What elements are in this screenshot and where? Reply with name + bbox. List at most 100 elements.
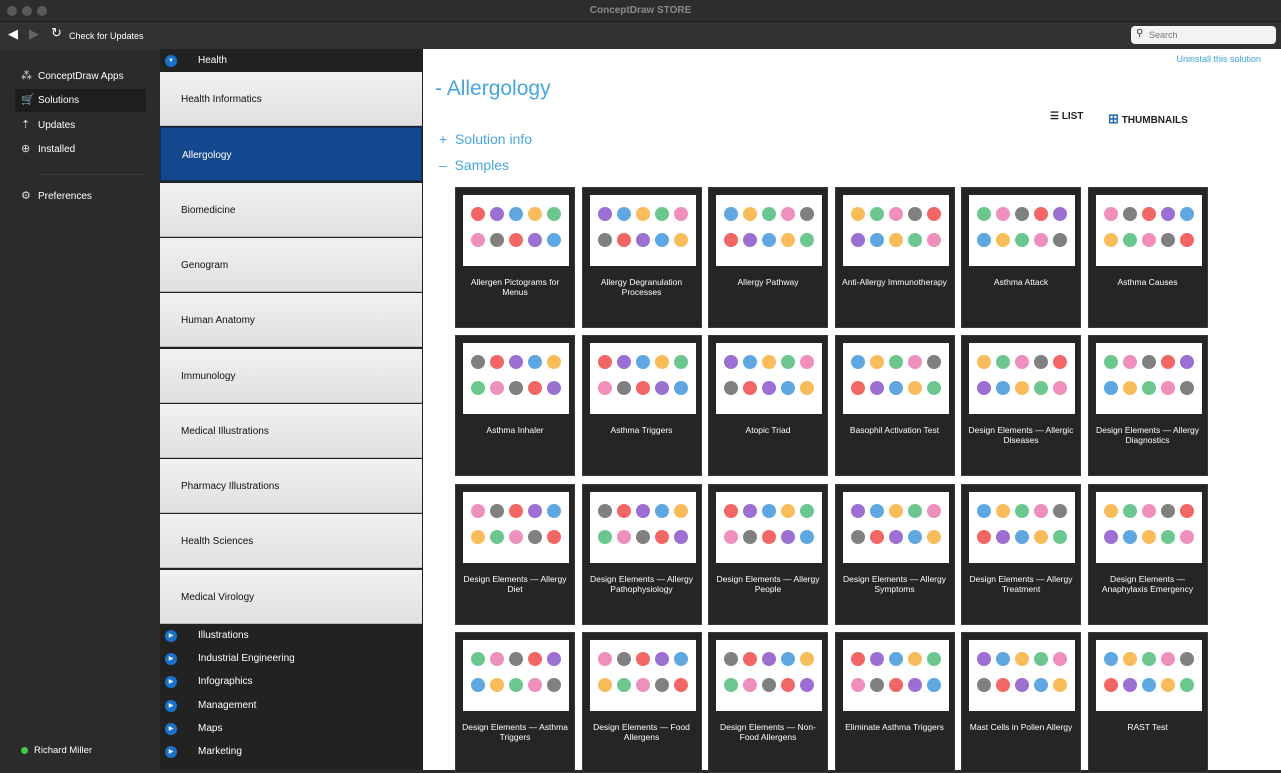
sample-thumbnail[interactable]: RAST Test [1087,631,1208,773]
sample-preview-image [842,195,949,266]
forward-icon[interactable]: ▶ [29,26,39,42]
category-group-label: Marketing [198,746,242,757]
sample-preview-image [842,639,949,711]
category-item[interactable]: Health Sciences [160,514,422,569]
download-icon: ⊕ [21,143,31,155]
sample-title: Design Elements — Food Allergens [593,721,690,742]
sample-preview-image [1095,195,1202,266]
sample-thumbnail[interactable]: Design Elements — Allergic Diseases [961,335,1081,477]
nav-installed[interactable]: ⊕ Installed [15,138,146,161]
chevron-right-icon: ▶ [165,676,177,689]
sample-thumbnail[interactable]: Allergy Pathway [708,187,828,328]
grid-icon: ⊞ [1108,111,1119,126]
back-icon[interactable]: ◀ [8,26,18,42]
list-view-button[interactable]: ☰ LIST [1050,111,1083,122]
category-label: Genogram [181,259,229,271]
sample-title: Allergen Pictograms for Menus [470,277,560,297]
sample-thumbnail[interactable]: Design Elements — Anaphylaxis Emergency [1087,483,1208,625]
sample-preview-image [969,639,1075,711]
search-input[interactable]: ⚲ Search [1131,26,1276,44]
sample-thumbnail[interactable]: Design Elements — Allergy Symptoms [834,483,955,625]
sample-preview-image [716,195,822,266]
sample-preview-image [463,491,569,563]
category-group[interactable]: ▶ Industrial Engineering [160,648,423,670]
category-group-health[interactable]: ▼ Health [160,49,423,72]
sample-thumbnail[interactable]: Design Elements — Allergy Treatment [961,483,1081,625]
nav-preferences[interactable]: ⚙ Preferences [15,185,146,208]
sample-thumbnail[interactable]: Allergy Degranulation Processes [581,187,702,328]
category-group-label: Maps [198,722,223,734]
window-title: ConceptDraw STORE [589,5,692,16]
sample-title: Asthma Causes [1117,277,1178,287]
category-item[interactable]: Medical Illustrations [160,403,422,458]
thumbnails-view-button[interactable]: ⊞ THUMBNAILS [1108,111,1188,127]
nav-conceptdraw-apps[interactable]: ⁂ ConceptDraw Apps [15,65,146,88]
sample-thumbnail[interactable]: Allergen Pictograms for Menus [455,187,575,328]
cart-icon: 🛒 [21,94,35,106]
chevron-right-icon: ▶ [165,653,177,666]
sample-title: Allergy Pathway [737,277,799,287]
sample-thumbnail[interactable]: Atopic Triad [708,335,828,477]
sample-preview-image [1095,343,1202,415]
chevron-right-icon: ▶ [165,630,177,642]
category-list: ▼ Health Health Informatics Allergology Bio… [160,49,423,770]
sample-title: Design Elements — Allergy People [716,573,820,594]
category-item[interactable]: Medical Virology [160,569,422,624]
sample-thumbnail[interactable]: Design Elements — Allergy Diagnostics [1087,335,1208,477]
samples-toggle[interactable]: – Samples [439,157,509,173]
sample-preview-image [463,195,569,266]
sample-thumbnail[interactable]: Design Elements — Allergy Pathophysiolog… [581,483,702,625]
category-group-label: Illustrations [198,630,249,641]
category-item[interactable]: Immunology [160,348,422,403]
category-item[interactable]: Human Anatomy [160,293,422,348]
category-group-label: Management [198,699,257,711]
sample-title: RAST Test [1127,721,1168,732]
sample-thumbnail[interactable]: Asthma Causes [1087,187,1208,328]
sample-preview-image [589,343,696,415]
category-item[interactable]: Biomedicine [160,182,422,237]
sample-thumbnail[interactable]: Design Elements — Asthma Triggers [455,631,575,773]
sample-title: Atopic Triad [745,425,791,436]
sample-thumbnail[interactable]: Asthma Attack [961,187,1081,328]
sample-preview-image [842,491,949,563]
solution-info-toggle[interactable]: + Solution info [439,131,532,147]
category-item[interactable]: Health Informatics [160,72,422,126]
sample-title: Design Elements — Allergy Symptoms [843,573,946,594]
sample-thumbnail[interactable]: Design Elements — Food Allergens [581,631,702,773]
category-item[interactable]: Genogram [160,237,422,292]
sample-preview-image [1095,491,1202,563]
sample-preview-image [969,491,1075,563]
sample-thumbnail[interactable]: Anti-Allergy Immunotherapy [834,187,955,328]
sample-thumbnail[interactable]: Eliminate Asthma Triggers [834,631,955,773]
page-title: - Allergology [435,77,551,100]
sample-preview-image [463,343,569,415]
sample-thumbnail[interactable]: Asthma Triggers [581,335,702,477]
sample-thumbnail[interactable]: Design Elements — Allergy Diet [455,483,575,625]
category-group[interactable]: ▶ Management [160,695,423,717]
sample-title: Design Elements — Asthma Triggers [462,721,568,742]
sample-title: Asthma Inhaler [486,425,544,436]
category-item[interactable]: Allergology [160,127,422,182]
category-group-label: Infographics [198,676,253,688]
category-group[interactable]: ▶ Maps [160,718,423,740]
sample-title: Design Elements — Allergy Pathophysiolog… [590,573,693,594]
sample-thumbnail[interactable]: Design Elements — Non-Food Allergens [708,631,828,773]
nav-updates[interactable]: ⇡ Updates [15,114,146,137]
check-updates-button[interactable]: Check for Updates [69,31,144,41]
sample-thumbnail[interactable]: Basophil Activation Test [834,335,955,477]
left-sidebar: ⁂ ConceptDraw Apps 🛒 Solutions ⇡ Updates ⊕ I… [0,49,160,770]
sample-preview-image [463,639,569,711]
category-group[interactable]: ▶ Illustrations [160,625,423,647]
category-group[interactable]: ▶ Marketing [160,741,423,763]
uninstall-link[interactable]: Uninstall this solution [1176,54,1261,64]
category-group-label: Industrial Engineering [198,653,295,665]
sample-thumbnail[interactable]: Design Elements — Allergy People [708,483,828,625]
nav-solutions[interactable]: 🛒 Solutions [15,89,146,112]
refresh-icon[interactable]: ↻ [51,25,62,41]
sample-title: Asthma Attack [993,277,1049,287]
category-item[interactable]: Pharmacy Illustrations [160,459,422,514]
sample-thumbnail[interactable]: Mast Cells in Pollen Allergy [961,631,1081,773]
category-label: Pharmacy Illustrations [181,481,280,493]
category-group[interactable]: ▶ Infographics [160,671,423,693]
sample-thumbnail[interactable]: Asthma Inhaler [455,335,575,477]
